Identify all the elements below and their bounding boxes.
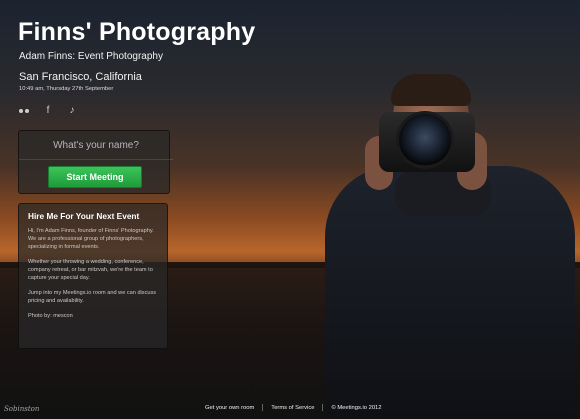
info-panel: Hire Me For Your Next Event Hi, I'm Adam… [18, 203, 168, 349]
page-background: Finns' Photography Adam Finns: Event Pho… [0, 0, 580, 419]
twitter-icon[interactable]: ♪ [67, 106, 77, 116]
info-heading: Hire Me For Your Next Event [28, 211, 140, 221]
info-paragraph-3: Jump into my Meetings.io room and we can… [28, 290, 157, 304]
footer: Get your own room Terms of Service © Mee… [205, 404, 382, 411]
camera-lens [399, 114, 451, 166]
footer-separator [322, 404, 324, 411]
facebook-icon[interactable]: f [43, 106, 53, 116]
social-links: f ♪ [19, 106, 77, 116]
start-meeting-button[interactable]: Start Meeting [48, 166, 142, 188]
info-paragraph-1: Hi, I'm Adam Finns, founder of Finns' Ph… [28, 228, 154, 250]
get-room-link[interactable]: Get your own room [205, 405, 254, 411]
watermark: Sobinston [4, 405, 40, 413]
info-paragraph-2: Whether your throwing a wedding, confere… [28, 259, 153, 281]
photo-credit: Photo by: mescon [28, 313, 73, 319]
terms-link[interactable]: Terms of Service [271, 405, 314, 411]
photographer-image [325, 74, 575, 419]
location: San Francisco, California [19, 71, 142, 83]
flickr-icon[interactable] [19, 106, 29, 116]
name-input[interactable] [19, 131, 173, 160]
footer-separator [262, 404, 264, 411]
subtitle: Adam Finns: Event Photography [19, 51, 163, 62]
hair [391, 74, 471, 106]
datetime: 10:49 am, Thursday 27th September [19, 86, 114, 92]
page-title: Finns' Photography [18, 18, 256, 46]
copyright: © Meetings.io 2012 [331, 404, 382, 411]
meeting-panel: Start Meeting [18, 130, 173, 194]
